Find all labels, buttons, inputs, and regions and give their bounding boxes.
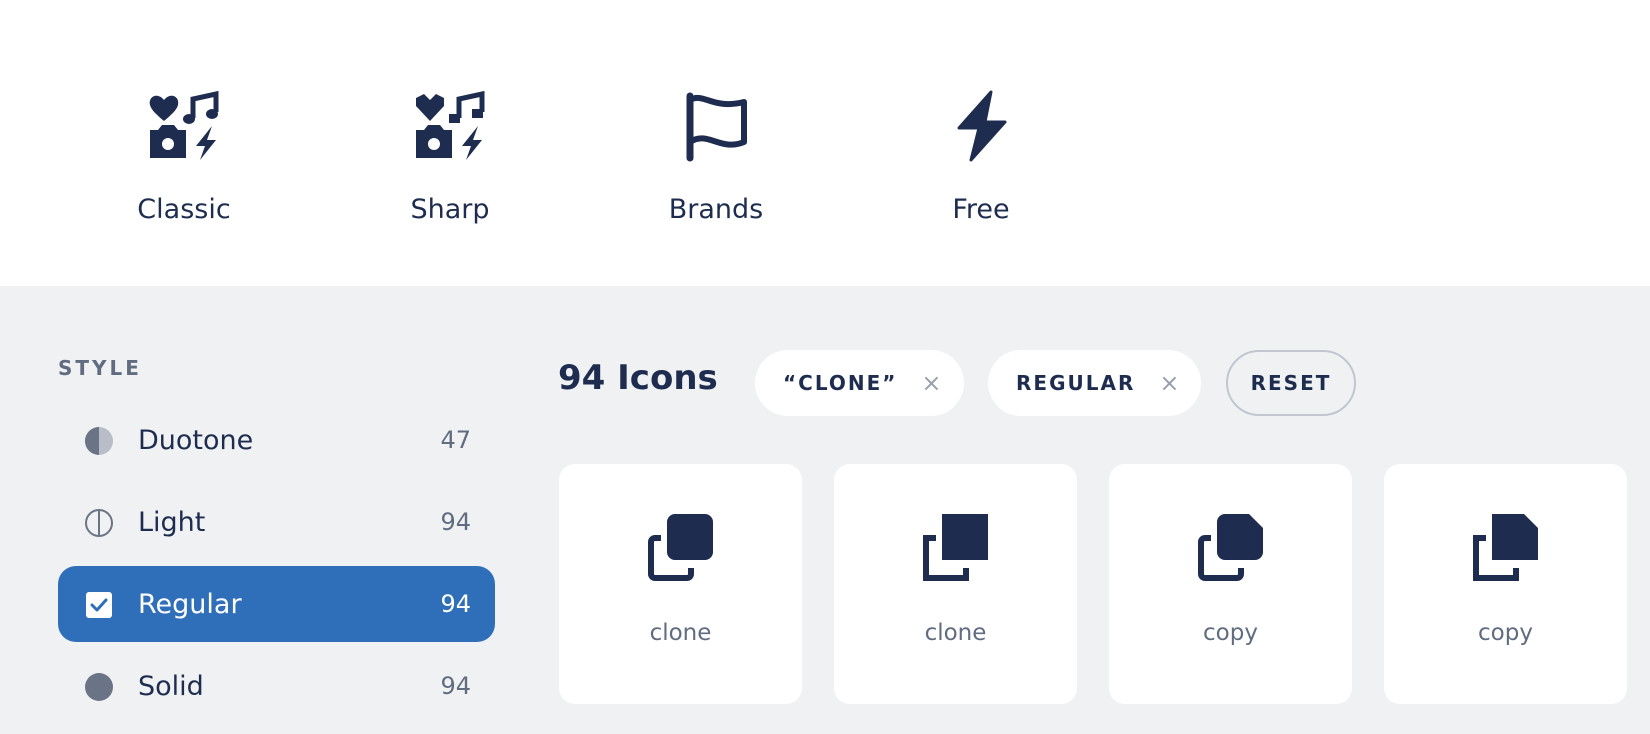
family-label: Free — [952, 194, 1010, 225]
family-label: Sharp — [410, 194, 490, 225]
outline-half-circle-icon — [85, 509, 113, 537]
family-label: Classic — [137, 194, 231, 225]
style-item-count: 94 — [440, 590, 471, 618]
icon-card-name: copy — [1203, 620, 1258, 646]
filter-chip-regular[interactable]: REGULAR × — [988, 350, 1201, 416]
filter-chip-label: REGULAR — [1016, 371, 1136, 395]
icon-card-clone[interactable]: clone — [559, 464, 802, 704]
copy-rounded-icon — [1198, 514, 1263, 581]
family-label: Brands — [668, 194, 764, 225]
result-count: 94 Icons — [558, 358, 718, 398]
style-item-count: 94 — [440, 508, 471, 536]
family-brands[interactable]: Brands — [626, 90, 806, 240]
close-icon[interactable]: × — [1159, 369, 1179, 397]
checkbox-checked-icon — [86, 592, 112, 618]
family-classic[interactable]: Classic — [94, 90, 274, 240]
icon-card-copy[interactable]: copy — [1109, 464, 1352, 704]
close-icon[interactable]: × — [921, 369, 941, 397]
icon-card-clone[interactable]: clone — [834, 464, 1077, 704]
style-item-label: Light — [138, 506, 206, 538]
style-heading: STYLE — [58, 356, 142, 380]
family-selector: Classic Sharp Brands Free — [0, 0, 1650, 286]
icon-card-name: copy — [1478, 620, 1533, 646]
clone-sharp-icon — [923, 514, 988, 581]
style-item-light[interactable]: Light 94 — [58, 484, 495, 560]
family-free[interactable]: Free — [891, 90, 1071, 240]
flag-icon — [680, 90, 752, 162]
style-item-count: 94 — [440, 672, 471, 700]
reset-button[interactable]: RESET — [1226, 350, 1356, 416]
heart-music-camera-bolt-icon — [148, 90, 220, 162]
filter-chip-label: “CLONE” — [783, 371, 898, 395]
icon-card-name: clone — [649, 620, 712, 646]
style-item-label: Solid — [138, 670, 204, 702]
style-item-regular[interactable]: Regular 94 — [58, 566, 495, 642]
clone-rounded-icon — [648, 514, 713, 581]
family-sharp[interactable]: Sharp — [360, 90, 540, 240]
half-circle-icon — [85, 427, 113, 455]
icon-card-name: clone — [924, 620, 987, 646]
heart-music-camera-bolt-icon — [414, 90, 486, 162]
copy-sharp-icon — [1473, 514, 1538, 581]
style-item-label: Duotone — [138, 424, 254, 456]
filled-circle-icon — [85, 673, 113, 701]
icon-card-copy[interactable]: copy — [1384, 464, 1627, 704]
style-item-duotone[interactable]: Duotone 47 — [58, 402, 495, 478]
style-item-solid[interactable]: Solid 94 — [58, 648, 495, 724]
style-item-label: Regular — [138, 588, 242, 620]
bolt-icon — [945, 90, 1017, 162]
filter-chip-clone[interactable]: “CLONE” × — [755, 350, 964, 416]
style-item-count: 47 — [440, 426, 471, 454]
